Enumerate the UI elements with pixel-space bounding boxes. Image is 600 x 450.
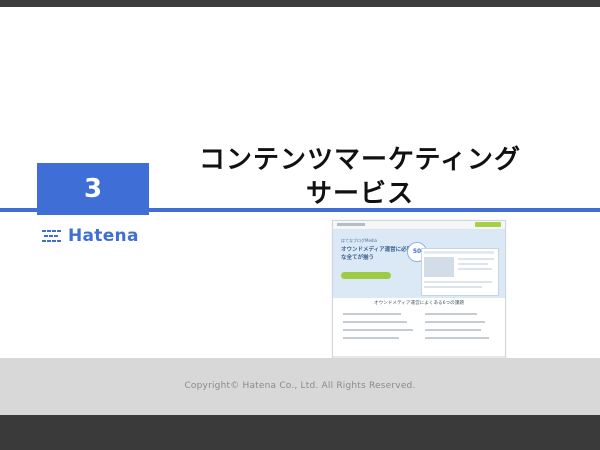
thumbnail-issue-list	[341, 311, 499, 343]
section-number: 3	[83, 174, 103, 204]
hatena-logo-icon	[42, 230, 61, 242]
bottom-frame-bar	[0, 415, 600, 450]
slide-title-line-1: コンテンツマーケティング	[199, 145, 521, 175]
slide-title-line-2: サービス	[305, 179, 414, 209]
service-page-screenshot: はてなブログMedia オウンドメディア運営に必要な全てが揃う 50 オウンドメ…	[332, 220, 506, 360]
slide-title: コンテンツマーケティング サービス	[160, 143, 560, 211]
top-frame-bar	[0, 0, 600, 7]
thumbnail-hero: はてなブログMedia オウンドメディア運営に必要な全てが揃う 50	[333, 230, 505, 298]
hatena-logo: Hatena	[42, 225, 139, 247]
thumbnail-hero-subtitle: はてなブログMedia	[341, 238, 378, 243]
thumbnail-hero-headline: オウンドメディア運営に必要な全てが揃う	[341, 247, 413, 261]
thumbnail-hero-button	[341, 272, 391, 279]
thumbnail-hero-mockup	[421, 248, 499, 296]
hatena-logo-text: Hatena	[68, 226, 139, 246]
accent-divider	[0, 208, 600, 212]
thumbnail-section-heading: オウンドメディア運営によくある6つの課題	[374, 301, 464, 306]
thumbnail-brand	[337, 223, 365, 226]
thumbnail-nav-button	[475, 222, 501, 227]
copyright-notice: Copyright© Hatena Co., Ltd. All Rights R…	[184, 381, 416, 391]
thumbnail-navbar	[333, 221, 505, 230]
